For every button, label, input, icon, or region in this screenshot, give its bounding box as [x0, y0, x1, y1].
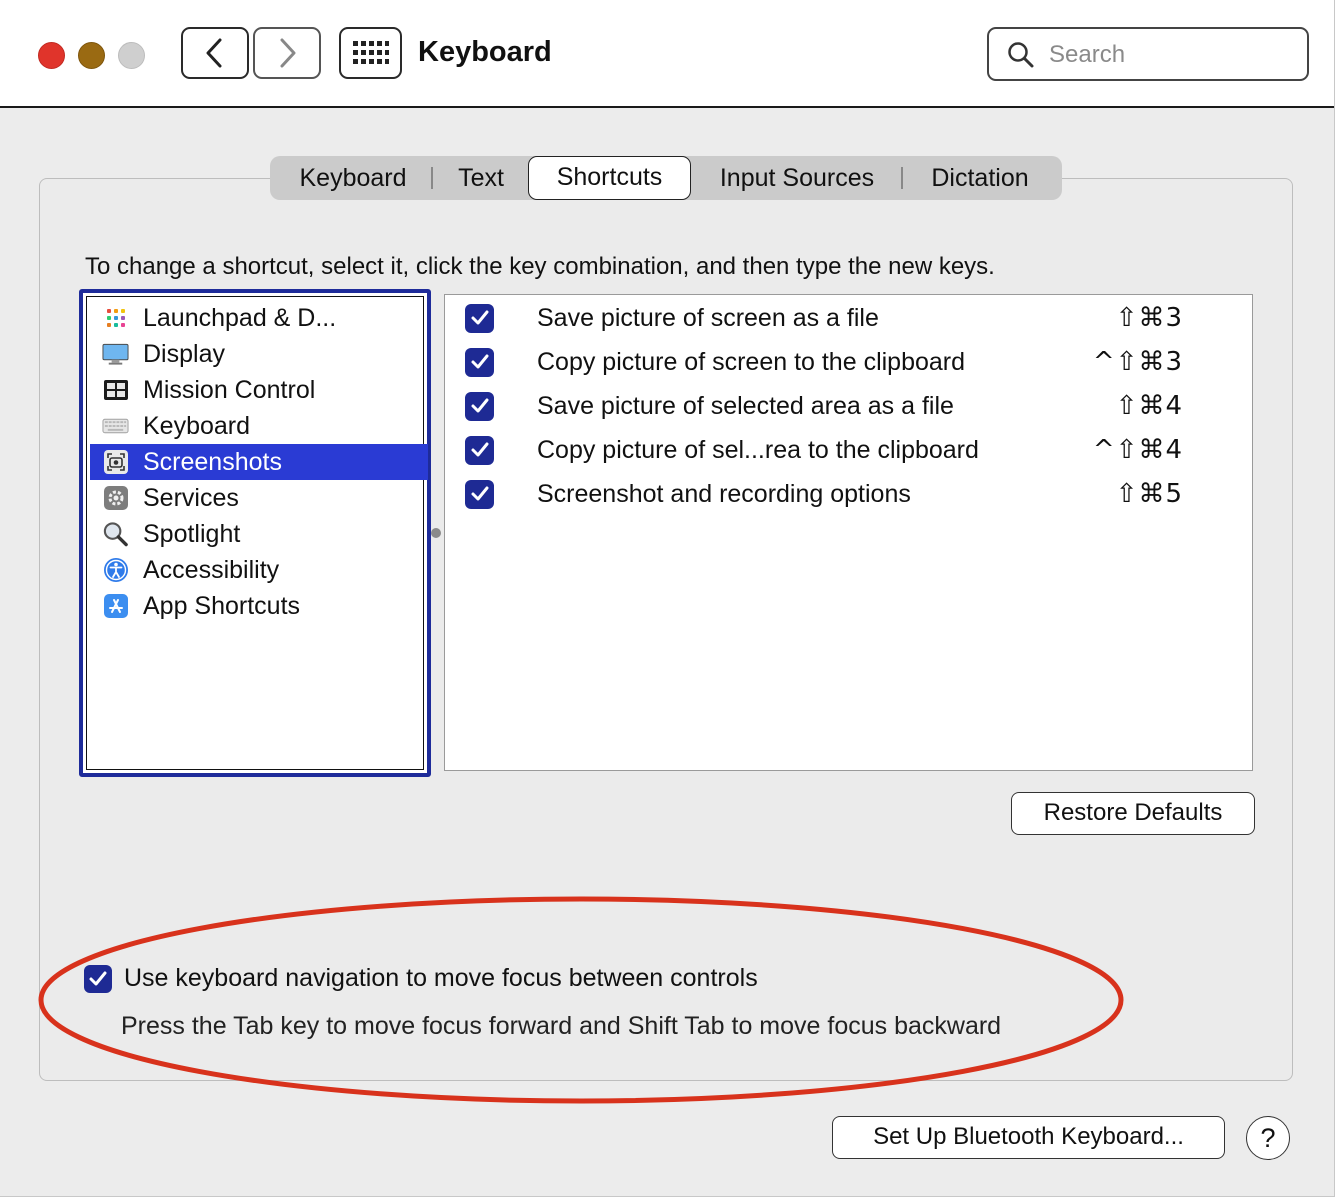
tab-shortcuts[interactable]: Shortcuts [528, 156, 691, 200]
category-label: Screenshots [143, 447, 282, 476]
minimize-button[interactable] [78, 42, 105, 69]
category-services[interactable]: Services [90, 480, 428, 516]
window-title: Keyboard [418, 36, 552, 68]
tab-separator [901, 167, 903, 189]
gear-icon [102, 485, 129, 512]
mission-control-icon [102, 377, 129, 404]
checkmark-icon [471, 354, 488, 369]
title-bar: Keyboard [0, 0, 1334, 108]
chevron-left-icon [206, 38, 222, 68]
tab-text[interactable]: Text [442, 156, 520, 200]
split-view-handle[interactable] [431, 528, 441, 538]
shortcut-label: Save picture of screen as a file [537, 303, 879, 332]
tab-keyboard[interactable]: Keyboard [284, 156, 422, 200]
shortcut-keys[interactable]: ^⇧⌘3 [1093, 347, 1183, 377]
keyboard-navigation-label[interactable]: Use keyboard navigation to move focus be… [124, 964, 758, 993]
checkmark-icon [471, 398, 488, 413]
back-button[interactable] [181, 27, 249, 79]
tab-separator [431, 167, 433, 189]
show-all-button[interactable] [339, 27, 402, 79]
checkmark-icon [89, 971, 107, 986]
shortcut-keys[interactable]: ⇧⌘3 [1116, 303, 1183, 333]
shortcut-label: Screenshot and recording options [537, 479, 911, 508]
category-label: Mission Control [143, 375, 316, 404]
shortcut-row[interactable]: Save picture of screen as a file ⇧⌘3 [445, 296, 1251, 340]
shortcut-checkbox[interactable] [465, 479, 494, 509]
background-window-edge [1335, 0, 1344, 1198]
preferences-window: Keyboard Keyboard Text Shortcuts Input S… [0, 0, 1335, 1197]
category-label: Accessibility [143, 555, 280, 584]
shortcut-label: Copy picture of screen to the clipboard [537, 347, 966, 376]
category-label: Services [143, 483, 239, 512]
shortcut-label: Save picture of selected area as a file [537, 391, 954, 420]
show-all-grid-icon [352, 41, 389, 64]
zoom-button[interactable] [118, 42, 145, 69]
category-keyboard[interactable]: Keyboard [90, 408, 428, 444]
search-icon [1008, 42, 1034, 68]
shortcut-keys[interactable]: ⇧⌘4 [1116, 391, 1183, 421]
shortcut-row[interactable]: Screenshot and recording options ⇧⌘5 [445, 472, 1251, 516]
launchpad-icon [102, 305, 129, 332]
shortcut-list: Save picture of screen as a file ⇧⌘3 Cop… [444, 294, 1253, 771]
tab-dictation[interactable]: Dictation [912, 156, 1048, 200]
shortcut-label: Copy picture of sel...rea to the clipboa… [537, 435, 979, 464]
category-list-inner: Launchpad & D... Display Mission Control… [86, 296, 428, 770]
checkmark-icon [471, 442, 488, 457]
category-label: Keyboard [143, 411, 251, 440]
accessibility-icon [102, 557, 129, 584]
category-label: App Shortcuts [143, 591, 301, 620]
keyboard-navigation-checkbox[interactable] [84, 965, 112, 993]
close-button[interactable] [38, 42, 65, 69]
magnifier-icon [102, 521, 129, 548]
tab-input-sources[interactable]: Input Sources [700, 156, 894, 200]
category-accessibility[interactable]: Accessibility [90, 552, 428, 588]
shortcut-checkbox[interactable] [465, 391, 494, 421]
checkmark-icon [471, 310, 488, 325]
shortcut-row[interactable]: Copy picture of screen to the clipboard … [445, 340, 1251, 384]
shortcut-keys[interactable]: ⇧⌘5 [1116, 479, 1183, 509]
screenshot-icon [102, 449, 129, 476]
category-screenshots[interactable]: Screenshots [90, 444, 428, 480]
checkmark-icon [471, 486, 488, 501]
category-mission-control[interactable]: Mission Control [90, 372, 428, 408]
shortcut-row[interactable]: Copy picture of sel...rea to the clipboa… [445, 428, 1251, 472]
keyboard-navigation-hint: Press the Tab key to move focus forward … [121, 1012, 1002, 1040]
keyboard-icon [102, 413, 129, 440]
search-input[interactable] [1047, 37, 1291, 73]
tab-bar: Keyboard Text Shortcuts Input Sources Di… [270, 156, 1062, 200]
category-label: Spotlight [143, 519, 241, 548]
category-launchpad[interactable]: Launchpad & D... [90, 300, 428, 336]
category-label: Display [143, 339, 225, 368]
category-spotlight[interactable]: Spotlight [90, 516, 428, 552]
setup-bluetooth-keyboard-button[interactable]: Set Up Bluetooth Keyboard... [832, 1116, 1225, 1159]
shortcut-checkbox[interactable] [465, 347, 494, 377]
chevron-right-icon [280, 38, 296, 68]
instructions-text: To change a shortcut, select it, click t… [85, 253, 995, 280]
category-list[interactable]: Launchpad & D... Display Mission Control… [79, 289, 431, 777]
category-app-shortcuts[interactable]: App Shortcuts [90, 588, 428, 624]
category-label: Launchpad & D... [143, 303, 337, 332]
shortcut-checkbox[interactable] [465, 303, 494, 333]
app-store-icon [102, 593, 129, 620]
help-button[interactable]: ? [1246, 1116, 1290, 1160]
restore-defaults-button[interactable]: Restore Defaults [1011, 792, 1255, 835]
shortcut-row[interactable]: Save picture of selected area as a file … [445, 384, 1251, 428]
shortcut-keys[interactable]: ^⇧⌘4 [1093, 435, 1183, 465]
display-icon [102, 341, 129, 368]
search-field[interactable] [987, 27, 1309, 81]
category-display[interactable]: Display [90, 336, 428, 372]
shortcut-checkbox[interactable] [465, 435, 494, 465]
forward-button[interactable] [253, 27, 321, 79]
